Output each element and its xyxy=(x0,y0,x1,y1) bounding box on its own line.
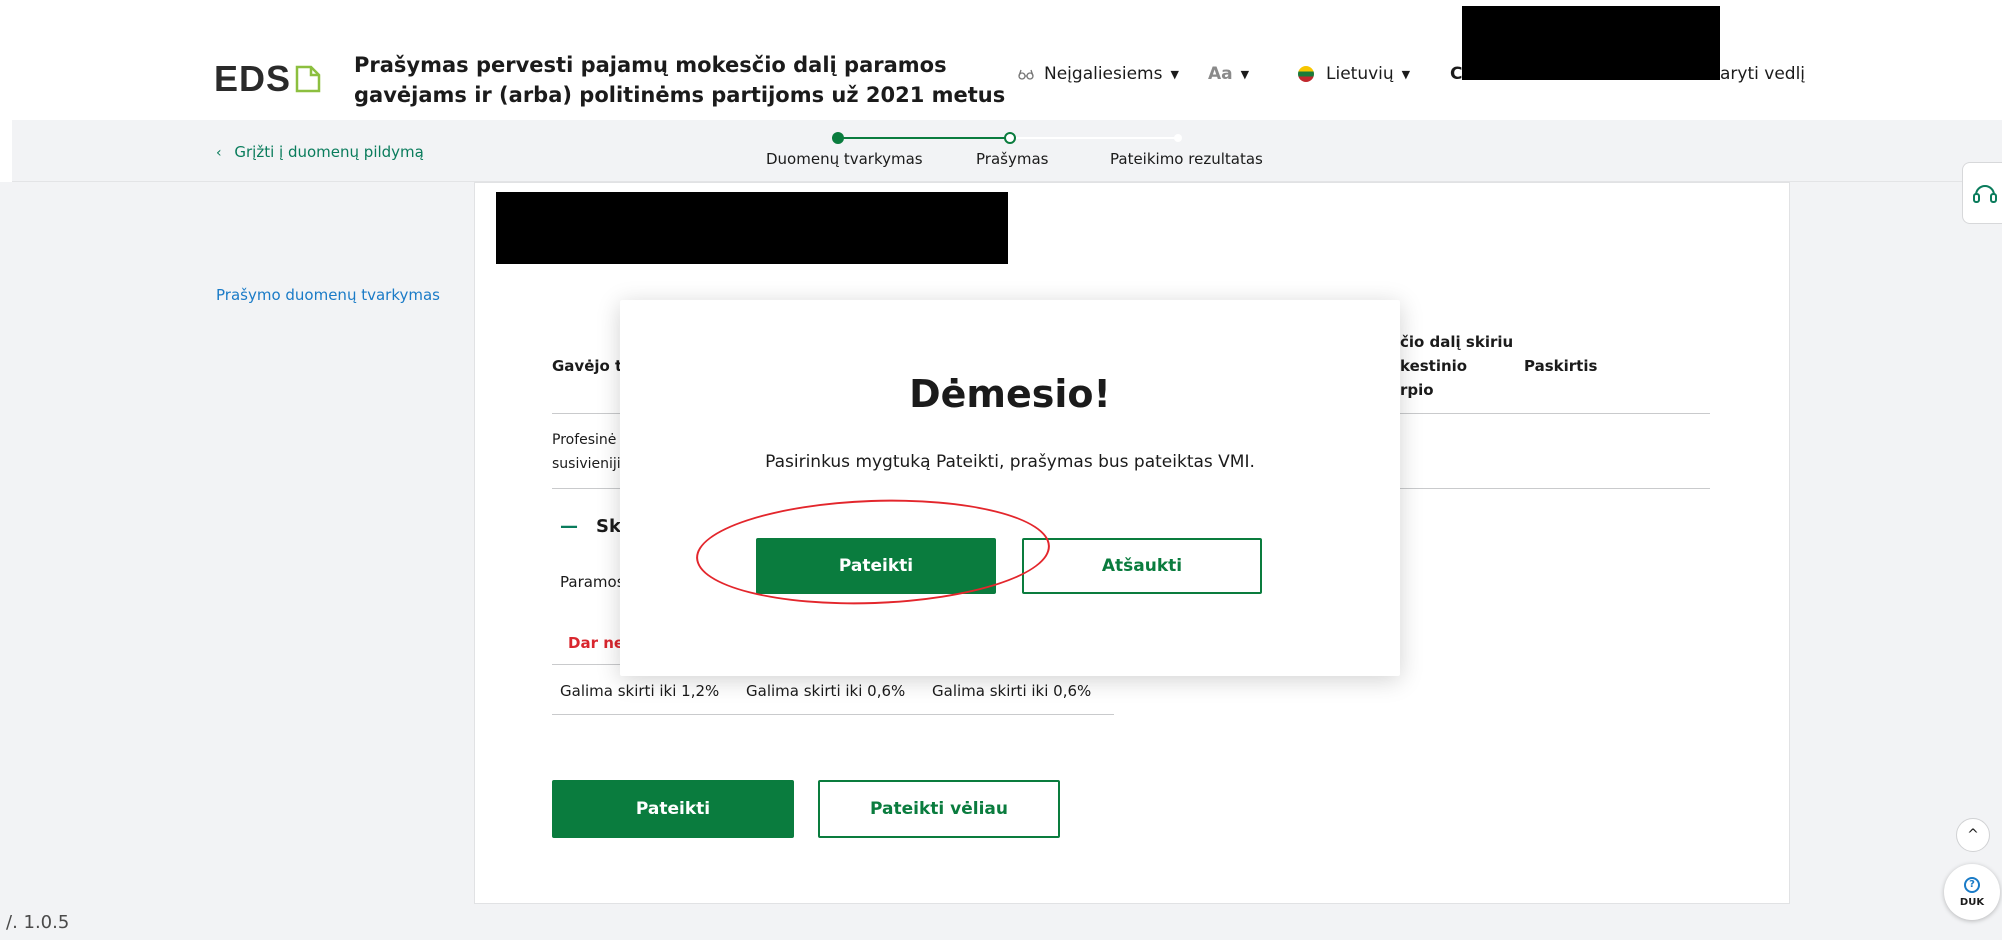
guide-label: aryti vedlį xyxy=(1720,64,1806,84)
dialog-cancel-button[interactable]: Atšaukti xyxy=(1022,538,1262,594)
redacted-block xyxy=(1462,6,1720,80)
lithuania-flag-icon xyxy=(1298,66,1314,82)
warning-text: Dar ne xyxy=(568,634,625,652)
sidebar-link-data-management[interactable]: Prašymo duomenų tvarkymas xyxy=(216,286,440,304)
assistant-tab[interactable] xyxy=(1962,162,2002,224)
font-size-menu[interactable]: Aa ▼ xyxy=(1208,64,1249,84)
back-link[interactable]: ‹ Grįžti į duomenų pildymą xyxy=(216,143,424,161)
question-icon: ? xyxy=(1964,876,1980,893)
limit-cell-3: Galima skirti iki 0,6% xyxy=(932,682,1092,700)
language-menu[interactable]: Lietuvių ▼ xyxy=(1298,64,1410,84)
table-row-type-line1: Profesinė xyxy=(552,432,617,448)
dialog-message: Pasirinkus mygtuką Pateikti, prašymas bu… xyxy=(765,452,1255,472)
collapse-icon: — xyxy=(560,516,578,537)
faq-label: DUK xyxy=(1959,896,1985,908)
header: EDS Prašymas pervesti pajamų mokesčio da… xyxy=(0,0,2002,120)
app-title: Prašymas pervesti pajamų mokesčio dalį p… xyxy=(354,53,1006,107)
section-toggle[interactable]: — Ski xyxy=(560,516,627,537)
caret-down-icon: ▼ xyxy=(1170,67,1179,81)
language-label: Lietuvių xyxy=(1326,64,1394,84)
limit-cell-2: Galima skirti iki 0,6% xyxy=(746,682,906,700)
redacted-block xyxy=(496,192,1008,264)
submit-button[interactable]: Pateikti xyxy=(552,780,794,838)
font-size-label: Aa xyxy=(1208,64,1233,84)
column-header-share-line1: čio dalį skiriu xyxy=(1400,333,1514,351)
chevron-up-icon: ^ xyxy=(1967,827,1979,843)
step-dot-todo xyxy=(1174,134,1182,142)
limit-cell-1: Galima skirti iki 1,2% xyxy=(560,682,720,700)
step-label-request: Prašymas xyxy=(976,150,1049,168)
column-header-purpose: Paskirtis xyxy=(1524,357,1598,375)
caret-down-icon: ▼ xyxy=(1240,67,1250,81)
chevron-left-icon: ‹ xyxy=(216,145,222,161)
accessibility-label: Neįgaliesiems xyxy=(1044,64,1163,84)
user-initial: C xyxy=(1450,64,1463,84)
back-link-label: Grįžti į duomenų pildymą xyxy=(234,143,424,161)
headset-icon xyxy=(1972,185,1997,203)
document-icon xyxy=(295,65,321,93)
stepper-progress-line xyxy=(838,137,1010,139)
step-label-data: Duomenų tvarkymas xyxy=(766,150,923,168)
step-label-result: Pateikimo rezultatas xyxy=(1110,150,1263,168)
stepper-remaining-line xyxy=(1010,137,1180,139)
table-row-type-line2: susivieniji xyxy=(552,456,621,472)
column-header-share-line2: kestinio xyxy=(1400,357,1468,375)
submit-later-button[interactable]: Pateikti vėliau xyxy=(818,780,1060,838)
eds-logo[interactable]: EDS xyxy=(214,58,321,100)
faq-button[interactable]: ? DUK xyxy=(1944,864,2000,920)
dialog-title: Dėmesio! xyxy=(909,372,1111,416)
scroll-to-top-button[interactable]: ^ xyxy=(1956,818,1990,852)
column-header-share-line3: rpio xyxy=(1400,381,1434,399)
page: EDS Prašymas pervesti pajamų mokesčio da… xyxy=(0,0,2002,940)
dialog-submit-button[interactable]: Pateikti xyxy=(756,538,996,594)
limits-divider-bottom xyxy=(552,714,1114,715)
confirm-dialog: Dėmesio! Pasirinkus mygtuką Pateikti, pr… xyxy=(620,300,1400,676)
caret-down-icon: ▼ xyxy=(1401,67,1411,81)
logo-text: EDS xyxy=(214,58,292,99)
accessibility-menu[interactable]: Neįgaliesiems ▼ xyxy=(1018,64,1179,84)
column-header-recipient-type: Gavėjo ti xyxy=(552,357,628,375)
step-dot-current xyxy=(1004,132,1016,144)
version-label: /. 1.0.5 xyxy=(6,912,70,933)
guide-link[interactable]: aryti vedlį xyxy=(1720,64,1805,84)
user-menu[interactable]: C xyxy=(1450,64,1462,84)
glasses-icon xyxy=(1018,69,1034,80)
step-dot-done xyxy=(832,132,844,144)
paramos-label: Paramos xyxy=(560,573,625,591)
